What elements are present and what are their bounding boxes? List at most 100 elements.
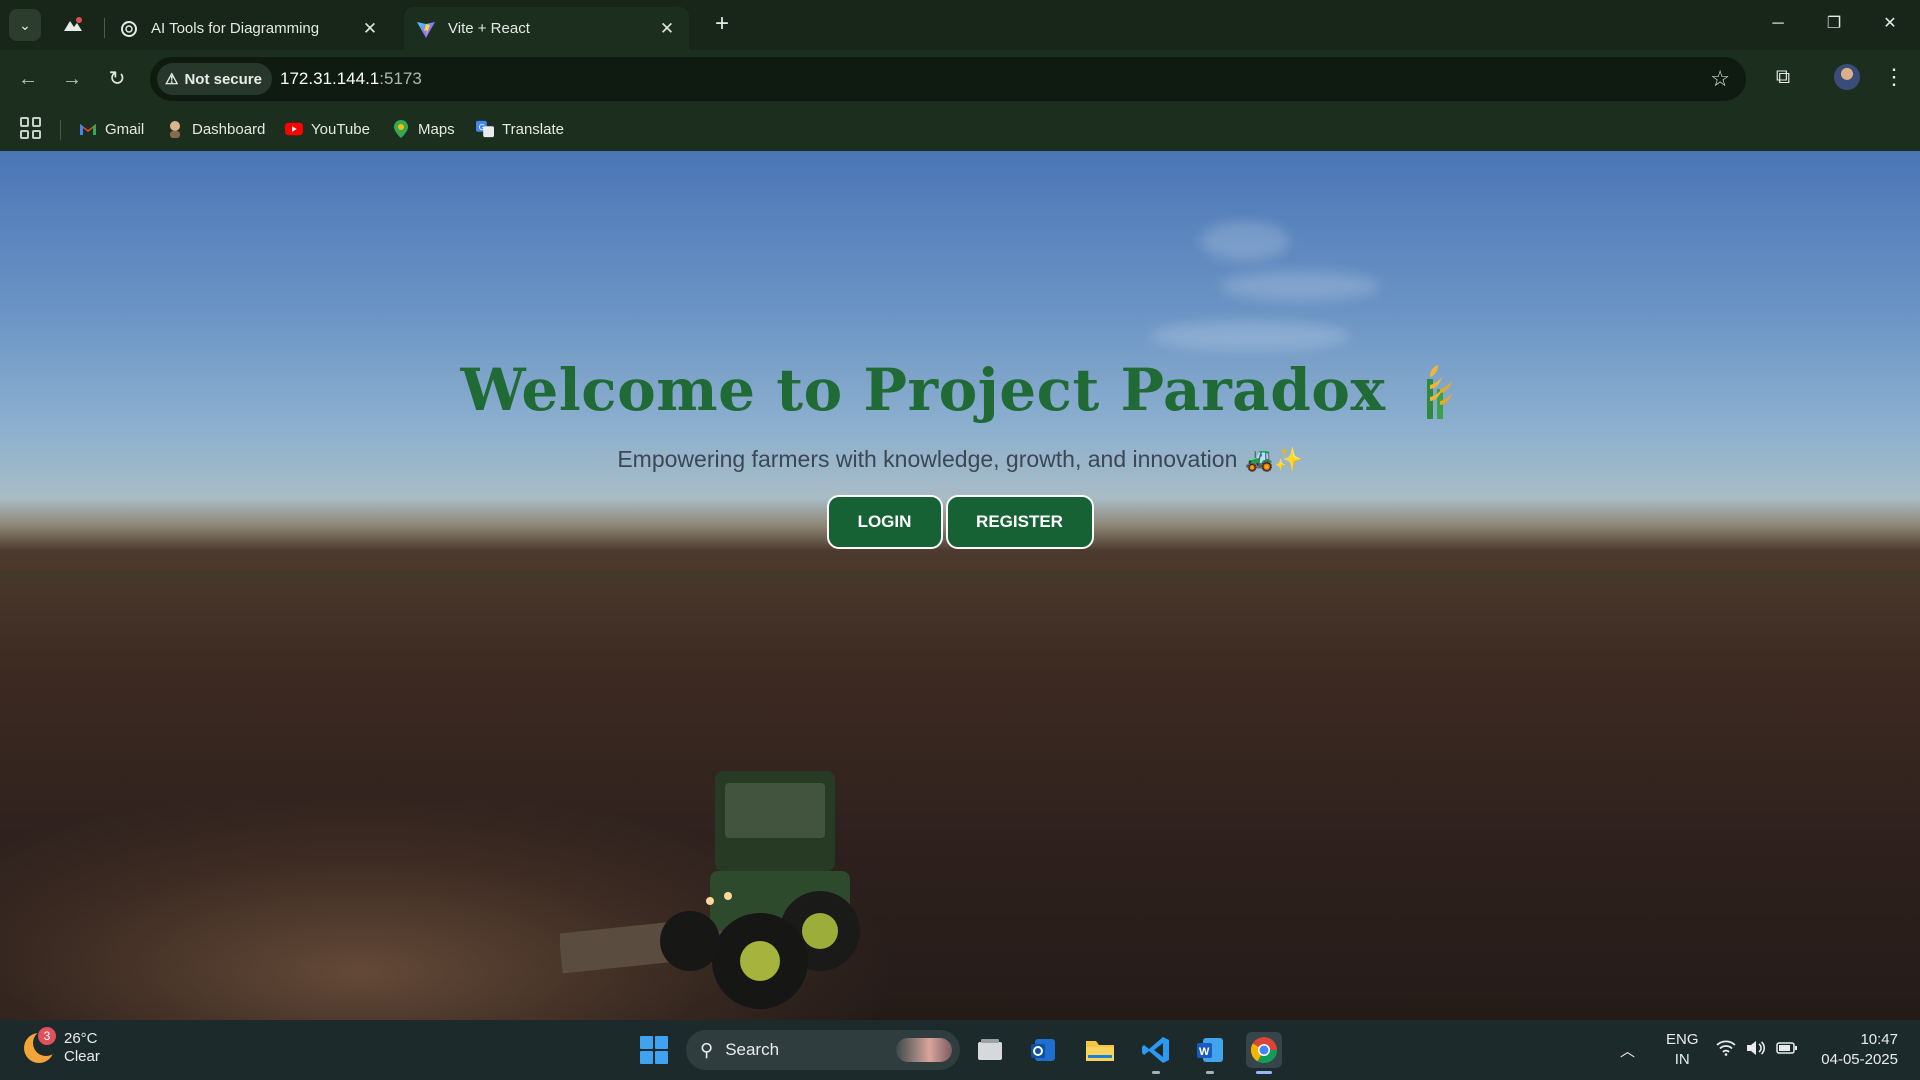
- youtube-icon: [285, 120, 303, 138]
- address-bar[interactable]: ⚠ Not secure 172.31.144.1:5173 ☆: [150, 57, 1746, 101]
- vscode-icon[interactable]: [1138, 1032, 1174, 1074]
- bookmark-label: Dashboard: [192, 120, 266, 138]
- restore-icon: ❐: [1826, 15, 1842, 32]
- volume-icon: [1746, 1040, 1766, 1060]
- pinned-app-icon: [64, 17, 82, 31]
- tab-title: AI Tools for Diagramming: [151, 20, 320, 37]
- forward-button[interactable]: →: [56, 63, 88, 95]
- clock-date: 04-05-2025: [1821, 1051, 1898, 1068]
- reload-icon: ↻: [108, 68, 126, 90]
- hero-subtitle: Empowering farmers with knowledge, growt…: [617, 446, 1238, 472]
- bookmarks-bar: Gmail Dashboard YouTube Maps G Translate: [0, 108, 1920, 151]
- extensions-icon[interactable]: ⧉: [1768, 62, 1798, 92]
- url-text[interactable]: 172.31.144.1:5173: [280, 69, 422, 89]
- running-indicator: [1152, 1071, 1160, 1074]
- menu-icon[interactable]: ⋮: [1882, 62, 1906, 92]
- running-indicator: [1256, 1071, 1272, 1074]
- gmail-icon: [79, 120, 97, 138]
- svg-text:G: G: [479, 123, 485, 132]
- vite-icon: [416, 19, 436, 39]
- weather-widget[interactable]: 3 26°C Clear: [24, 1027, 100, 1066]
- chevron-down-icon: ⌄: [19, 16, 31, 33]
- arrow-left-icon: ←: [18, 68, 38, 90]
- wifi-icon: [1716, 1040, 1736, 1060]
- url-port: :5173: [379, 69, 422, 88]
- hero-title-row: Welcome to Project Paradox: [460, 356, 1459, 424]
- bookmark-dashboard[interactable]: Dashboard: [166, 116, 265, 142]
- chevron-up-icon: ︿: [1620, 1042, 1636, 1060]
- bookmark-label: Gmail: [105, 120, 145, 138]
- tab-strip: ⌄ AI Tools for Diagramming ✕ Vite + Reac…: [0, 0, 1920, 50]
- bookmark-youtube[interactable]: YouTube: [285, 116, 370, 142]
- bookmark-star-icon[interactable]: ☆: [1710, 66, 1730, 92]
- tab-separator: [104, 18, 105, 38]
- search-icon: ⚲: [700, 1039, 714, 1060]
- tab-vite-react[interactable]: Vite + React ✕: [404, 7, 689, 50]
- close-icon: ✕: [1883, 15, 1897, 32]
- svg-text:W: W: [1199, 1046, 1210, 1058]
- file-explorer-icon[interactable]: [972, 1032, 1008, 1068]
- reload-button[interactable]: ↻: [101, 63, 133, 95]
- cloud: [1150, 321, 1350, 351]
- bookmark-label: Maps: [418, 120, 455, 138]
- folder-icon[interactable]: [1082, 1032, 1118, 1068]
- taskbar-search[interactable]: ⚲ Search: [686, 1030, 960, 1070]
- url-host: 172.31.144.1: [280, 69, 380, 88]
- region-code: IN: [1674, 1051, 1690, 1068]
- bookmark-translate[interactable]: G Translate: [476, 116, 564, 142]
- register-button[interactable]: REGISTER: [945, 495, 1094, 549]
- landing-page: Welcome to Project Paradox Empowering fa…: [0, 151, 1920, 1020]
- weather-condition: Clear: [64, 1048, 100, 1065]
- maps-icon: [392, 120, 410, 138]
- running-indicator: [1206, 1071, 1214, 1074]
- profile-avatar[interactable]: [1834, 64, 1860, 90]
- pinned-tab[interactable]: [60, 12, 86, 38]
- cloud: [1220, 271, 1380, 301]
- clock[interactable]: 10:47 04-05-2025: [1821, 1030, 1898, 1070]
- wheat-icon: [1426, 365, 1452, 419]
- cloud: [1200, 221, 1290, 261]
- language-code: ENG: [1666, 1031, 1699, 1048]
- tractor-image: [560, 771, 860, 1009]
- chrome-icon[interactable]: [1246, 1032, 1282, 1074]
- warning-icon: ⚠: [165, 71, 179, 88]
- bookmark-label: YouTube: [311, 120, 370, 138]
- openai-icon: [119, 19, 139, 39]
- security-label: Not secure: [184, 70, 262, 88]
- minimize-button[interactable]: ─: [1758, 8, 1798, 40]
- bookmarks-separator: [60, 120, 61, 140]
- security-chip[interactable]: ⚠ Not secure: [157, 63, 272, 95]
- browser-toolbar: ← → ↻ ⚠ Not secure 172.31.144.1:5173 ☆ ⧉…: [0, 50, 1920, 108]
- tab-ai-tools[interactable]: AI Tools for Diagramming ✕: [107, 7, 392, 50]
- tray-overflow-button[interactable]: ︿: [1620, 1020, 1635, 1080]
- temperature: 26°C: [64, 1030, 98, 1047]
- login-button[interactable]: LOGIN: [826, 495, 943, 549]
- horizon-treeline: [0, 571, 1920, 583]
- tab-search-button[interactable]: ⌄: [9, 9, 41, 41]
- bookmark-gmail[interactable]: Gmail: [79, 116, 144, 142]
- restore-button[interactable]: ❐: [1814, 8, 1854, 40]
- auth-buttons: LOGIN REGISTER: [0, 495, 1920, 549]
- translate-icon: G: [476, 120, 494, 138]
- windows-start-icon[interactable]: [640, 1036, 668, 1064]
- close-icon[interactable]: ✕: [657, 19, 677, 39]
- arrow-right-icon: →: [62, 68, 82, 90]
- outlook-icon[interactable]: [1026, 1032, 1062, 1068]
- browser-chrome: ⌄ AI Tools for Diagramming ✕ Vite + Reac…: [0, 0, 1920, 151]
- back-button[interactable]: ←: [12, 63, 44, 95]
- moon-icon: 3: [24, 1027, 59, 1063]
- system-tray[interactable]: [1716, 1020, 1798, 1080]
- page-title: Welcome to Project Paradox: [460, 356, 1386, 424]
- close-icon[interactable]: ✕: [360, 19, 380, 39]
- minimize-icon: ─: [1772, 15, 1784, 32]
- language-indicator[interactable]: ENG IN: [1666, 1030, 1699, 1070]
- bookmark-maps[interactable]: Maps: [392, 116, 455, 142]
- windows-taskbar: 3 26°C Clear ⚲ Search W ︿ ENG IN 10:47 0…: [0, 1020, 1920, 1080]
- hero-subtitle-row: Empowering farmers with knowledge, growt…: [0, 446, 1920, 473]
- apps-grid-icon[interactable]: [20, 117, 42, 139]
- close-window-button[interactable]: ✕: [1870, 8, 1910, 40]
- word-icon[interactable]: W: [1192, 1032, 1228, 1074]
- tab-title: Vite + React: [448, 20, 530, 37]
- new-tab-button[interactable]: +: [708, 10, 736, 38]
- battery-icon: [1776, 1041, 1798, 1059]
